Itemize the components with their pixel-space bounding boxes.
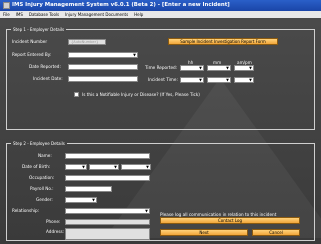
time-reported-label: Time Reported: xyxy=(145,65,178,70)
relationship-select[interactable]: ▼ xyxy=(65,208,150,214)
contact-log-button[interactable]: Contact Log xyxy=(160,217,300,224)
report-entered-by-label: Report Entered By: xyxy=(12,52,52,57)
phone-label: Phone: xyxy=(46,219,61,224)
date-reported-field[interactable] xyxy=(68,64,138,70)
menu-database-tools[interactable]: Database Tools xyxy=(29,11,59,18)
notifiable-label: Is this a Notifiable Injury or Disease? … xyxy=(82,92,200,97)
notifiable-checkbox[interactable] xyxy=(74,92,79,97)
payroll-label: Payroll No.: xyxy=(30,186,54,191)
time-reported-ampm-select[interactable]: ▼ xyxy=(234,65,254,71)
incident-time-hh-select[interactable]: ▼ xyxy=(180,77,204,83)
menu-injury-management-documents[interactable]: Injury Management Documents xyxy=(65,11,128,18)
address-field[interactable] xyxy=(65,228,150,240)
menu-file[interactable]: File xyxy=(3,11,10,18)
incident-number-label: Incident Number xyxy=(12,39,48,44)
occupation-label: Occupation: xyxy=(29,175,55,180)
name-label: Name: xyxy=(38,153,52,158)
menu-help[interactable]: Help xyxy=(134,11,143,18)
chevron-down-icon: ▼ xyxy=(146,165,149,169)
phone-field[interactable] xyxy=(65,219,150,225)
chevron-down-icon: ▼ xyxy=(226,66,229,70)
chevron-down-icon: ▼ xyxy=(199,66,202,70)
chevron-down-icon: ▼ xyxy=(145,209,148,213)
incident-time-ampm-select[interactable]: ▼ xyxy=(234,77,254,83)
title-bar: IMS Injury Management System v6.0.1 (Bet… xyxy=(0,0,321,11)
payroll-field[interactable] xyxy=(65,186,112,192)
chevron-down-icon: ▼ xyxy=(249,66,252,70)
incident-date-label: Incident Date: xyxy=(33,76,63,81)
name-field[interactable] xyxy=(65,153,150,159)
relationship-label: Relationship: xyxy=(12,208,40,213)
incident-time-mm-select[interactable]: ▼ xyxy=(207,77,231,83)
step2-legend: Step 2 - Employee Details xyxy=(13,141,65,146)
incident-time-label: Incident Time: xyxy=(148,77,178,82)
incident-number-field: {AutoNumber} xyxy=(68,39,106,45)
date-reported-label: Date Reported: xyxy=(29,64,61,69)
chevron-down-icon: ▼ xyxy=(199,78,202,82)
dob-month-select[interactable]: ▼ xyxy=(89,164,119,170)
chevron-down-icon: ▼ xyxy=(226,78,229,82)
time-reported-mm-select[interactable]: ▼ xyxy=(207,65,231,71)
dob-label: Date of Birth: xyxy=(22,164,51,169)
incident-date-field[interactable] xyxy=(68,76,138,82)
occupation-field[interactable] xyxy=(65,175,150,181)
window-title: IMS Injury Management System v6.0.1 (Bet… xyxy=(12,2,230,8)
menu-bar: File IMS Database Tools Injury Managemen… xyxy=(0,11,321,18)
cancel-button[interactable]: Cancel xyxy=(252,229,300,236)
address-label: Address: xyxy=(46,229,65,234)
report-entered-by-select[interactable]: ▼ xyxy=(68,52,138,58)
chevron-down-icon: ▼ xyxy=(249,78,252,82)
sample-report-form-button[interactable]: Sample Incident Investigation Report For… xyxy=(168,38,278,45)
time-reported-hh-select[interactable]: ▼ xyxy=(180,65,204,71)
dob-day-select[interactable]: ▼ xyxy=(65,164,87,170)
form-area: Step 1 - Employer Details Incident Numbe… xyxy=(0,18,321,244)
step2-group: Step 2 - Employee Details xyxy=(6,141,315,241)
gender-label: Gender: xyxy=(36,197,53,202)
menu-ims[interactable]: IMS xyxy=(16,11,23,18)
step1-legend: Step 1 - Employer Details xyxy=(13,27,65,32)
chevron-down-icon: ▼ xyxy=(133,53,136,57)
gender-select[interactable]: ▼ xyxy=(65,197,97,203)
chevron-down-icon: ▼ xyxy=(92,198,95,202)
app-icon xyxy=(3,2,10,9)
chevron-down-icon: ▼ xyxy=(114,165,117,169)
dob-year-select[interactable]: ▼ xyxy=(121,164,151,170)
next-button[interactable]: Next xyxy=(160,229,248,236)
chevron-down-icon: ▼ xyxy=(82,165,85,169)
